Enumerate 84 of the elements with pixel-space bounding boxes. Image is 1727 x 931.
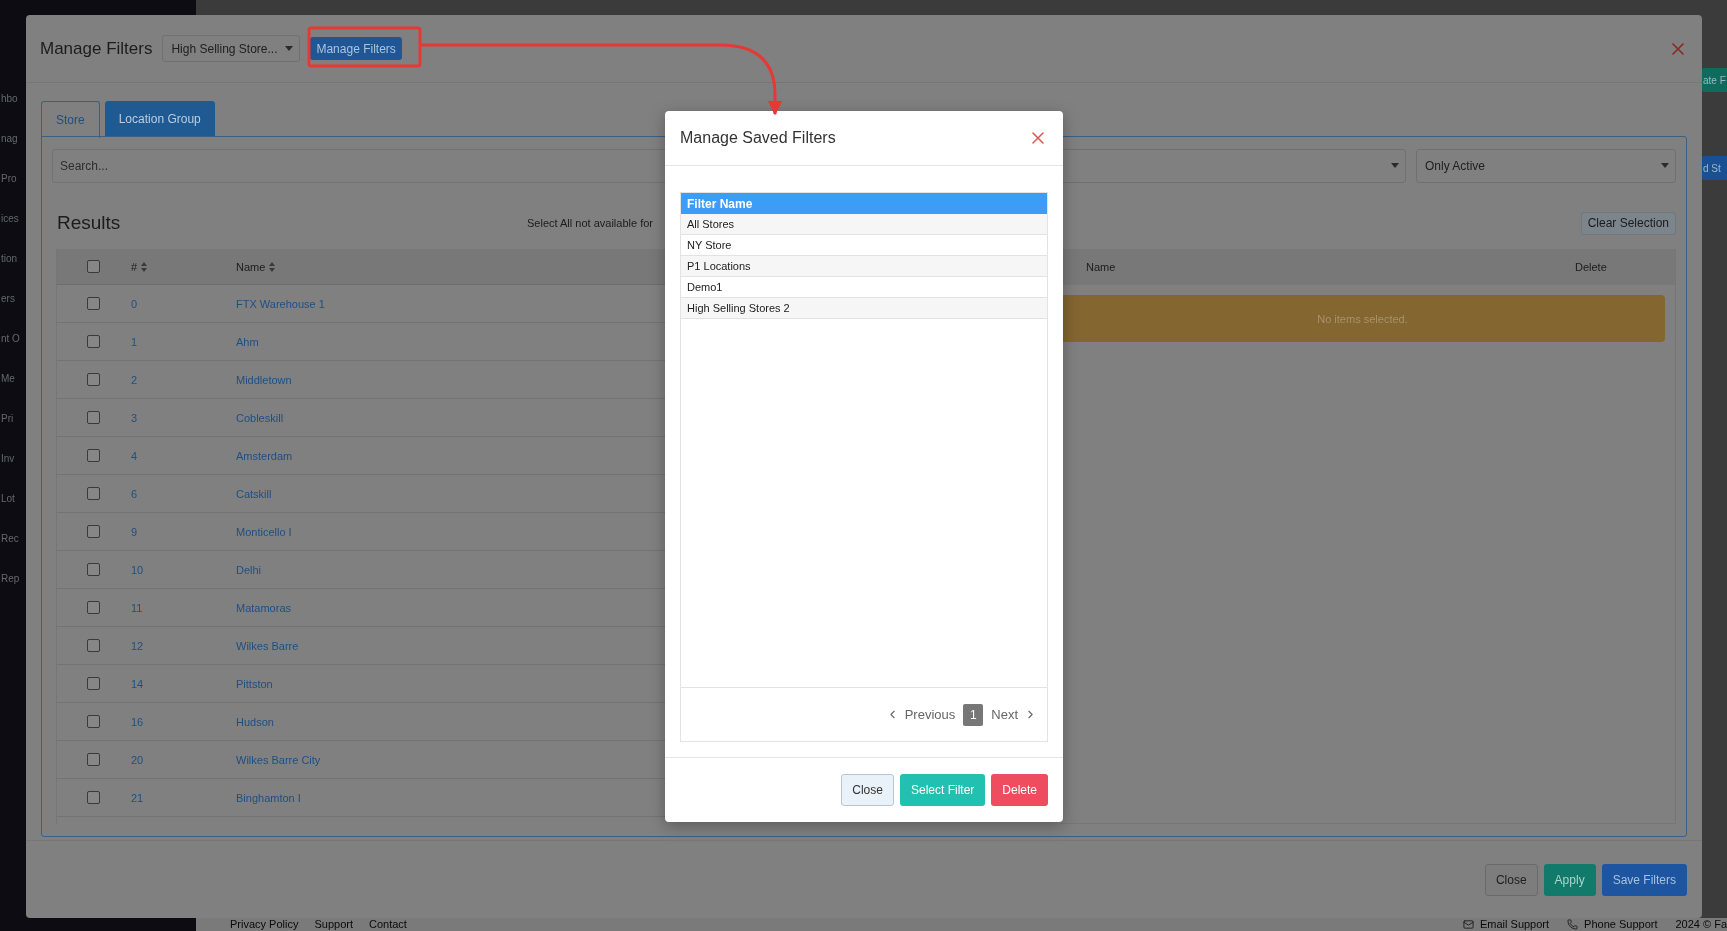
- dialog-title: Manage Filters: [40, 38, 153, 59]
- store-name-link[interactable]: Ahm: [236, 335, 259, 348]
- store-number-link[interactable]: 16: [131, 715, 144, 728]
- footer-link[interactable]: Email Support: [1480, 918, 1550, 931]
- store-number-link[interactable]: 20: [131, 753, 144, 766]
- modal-title: Manage Saved Filters: [680, 129, 836, 147]
- row-checkbox[interactable]: [86, 373, 100, 386]
- row-checkbox[interactable]: [86, 753, 100, 766]
- store-name-link[interactable]: Wilkes Barre: [236, 639, 299, 652]
- row-checkbox[interactable]: [86, 411, 100, 424]
- row-checkbox[interactable]: [86, 563, 100, 576]
- store-number-link[interactable]: 6: [131, 487, 138, 500]
- store-name-link[interactable]: FTX Warehouse 1: [236, 297, 325, 310]
- select-all-note: Select All not available for: [527, 217, 653, 229]
- row-checkbox[interactable]: [86, 601, 100, 614]
- filter-row[interactable]: P1 Locations: [681, 256, 1047, 277]
- store-name-link[interactable]: Middletown: [236, 373, 292, 386]
- tab[interactable]: Store: [41, 101, 100, 138]
- store-name-link[interactable]: Wilkes Barre City: [236, 753, 321, 766]
- store-number-link[interactable]: 9: [131, 525, 138, 538]
- mail-icon: [1463, 919, 1474, 930]
- sort-icon[interactable]: [269, 261, 276, 272]
- store-number-link[interactable]: 21: [131, 791, 144, 804]
- store-name-link[interactable]: Matamoras: [236, 601, 292, 614]
- status-select[interactable]: Only Active: [1416, 149, 1676, 183]
- page-number[interactable]: 1: [963, 703, 984, 726]
- store-number-link[interactable]: 3: [131, 411, 138, 424]
- page-button[interactable]: ate F: [1702, 68, 1727, 92]
- footer-link[interactable]: Support: [314, 918, 353, 931]
- clear-selection-button[interactable]: Clear Selection: [1580, 211, 1676, 235]
- footer-link[interactable]: Privacy Policy: [230, 918, 299, 931]
- store-number-link[interactable]: 10: [131, 563, 144, 576]
- sort-icon[interactable]: [141, 261, 148, 272]
- modal-button[interactable]: Select Filter: [899, 774, 986, 806]
- tab[interactable]: Location Group: [104, 101, 215, 136]
- caret-icon: [285, 45, 294, 51]
- phone-icon: [1567, 919, 1579, 930]
- saved-filter-select[interactable]: High Selling Store...: [162, 35, 301, 62]
- column-header: Name: [1086, 261, 1117, 273]
- row-checkbox[interactable]: [86, 335, 100, 348]
- column-header[interactable]: #: [131, 260, 148, 273]
- store-name-link[interactable]: Delhi: [236, 563, 262, 576]
- row-checkbox[interactable]: [86, 487, 100, 500]
- store-number-link[interactable]: 11: [131, 601, 143, 614]
- column-header[interactable]: Name: [236, 260, 276, 273]
- store-number-link[interactable]: 12: [131, 639, 144, 652]
- page-button[interactable]: d St: [1702, 156, 1727, 180]
- footer-link[interactable]: Phone Support: [1584, 918, 1658, 931]
- column-header: Delete: [1575, 261, 1608, 273]
- store-name-link[interactable]: Hudson: [236, 715, 274, 728]
- store-number-link[interactable]: 4: [131, 449, 138, 462]
- dialog-button[interactable]: Apply: [1543, 863, 1596, 896]
- row-checkbox[interactable]: [86, 791, 100, 804]
- modal-button[interactable]: Delete: [991, 774, 1048, 806]
- modal-button[interactable]: Close: [841, 774, 894, 806]
- store-name-link[interactable]: Catskill: [236, 487, 272, 500]
- store-number-link[interactable]: 14: [131, 677, 144, 690]
- store-name-link[interactable]: Cobleskill: [236, 411, 284, 424]
- footer-link[interactable]: Contact: [369, 918, 407, 931]
- row-checkbox[interactable]: [86, 677, 100, 690]
- caret-icon: [1391, 163, 1399, 168]
- copyright-text: 2024 © Fa: [1675, 918, 1727, 931]
- column-header: Filter Name: [681, 193, 1047, 214]
- row-checkbox[interactable]: [86, 297, 100, 310]
- results-heading: Results: [57, 212, 122, 234]
- dialog-button[interactable]: Close: [1484, 863, 1538, 896]
- store-name-link[interactable]: Binghamton I: [236, 791, 301, 804]
- caret-icon: [1661, 163, 1669, 168]
- store-number-link[interactable]: 2: [131, 373, 138, 386]
- previous-link[interactable]: Previous: [885, 707, 956, 722]
- next-link[interactable]: Next: [991, 707, 1037, 722]
- row-checkbox[interactable]: [86, 639, 100, 652]
- store-number-link[interactable]: 1: [131, 335, 138, 348]
- select-all-checkbox[interactable]: [86, 260, 100, 273]
- manage-filters-button[interactable]: Manage Filters: [310, 37, 402, 60]
- filter-row[interactable]: All Stores: [681, 214, 1047, 235]
- filter-row[interactable]: High Selling Stores 2: [681, 298, 1047, 319]
- dialog-button[interactable]: Save Filters: [1601, 863, 1687, 896]
- row-checkbox[interactable]: [86, 525, 100, 538]
- store-number-link[interactable]: 0: [131, 297, 138, 310]
- store-name-link[interactable]: Amsterdam: [236, 449, 293, 462]
- row-checkbox[interactable]: [86, 449, 100, 462]
- row-checkbox[interactable]: [86, 715, 100, 728]
- store-name-link[interactable]: Pittston: [236, 677, 273, 690]
